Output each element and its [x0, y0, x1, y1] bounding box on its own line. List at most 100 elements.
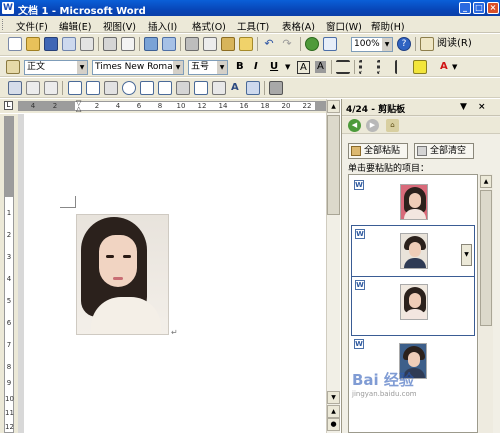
design-mode-icon[interactable] — [8, 81, 22, 95]
read-mode-icon[interactable] — [420, 37, 434, 51]
clear-all-button[interactable]: 全部清空 — [414, 143, 474, 159]
save-icon[interactable] — [44, 37, 58, 51]
font-select[interactable]: Times New Roman ▼ — [92, 60, 184, 75]
align-justify-icon[interactable] — [336, 60, 350, 74]
word-app-icon[interactable]: W — [2, 2, 14, 14]
separator — [180, 37, 181, 51]
character-shading-button[interactable]: A — [315, 61, 326, 73]
word-item-icon: W — [355, 280, 365, 290]
combobox-control-icon[interactable] — [158, 81, 172, 95]
toggle-button-control-icon[interactable] — [176, 81, 190, 95]
increase-indent-icon[interactable] — [395, 60, 409, 74]
pasted-photo[interactable] — [76, 214, 169, 335]
cut-icon[interactable] — [185, 37, 199, 51]
menu-table[interactable]: 表格(A) — [282, 19, 315, 33]
chevron-down-icon[interactable]: ▼ — [452, 60, 457, 74]
scroll-up-button[interactable]: ▲ — [327, 100, 340, 113]
numbering-icon[interactable] — [359, 60, 373, 74]
option-button-control-icon[interactable] — [122, 81, 136, 95]
character-border-button[interactable]: A — [297, 61, 310, 74]
clipboard-item[interactable]: W — [351, 276, 475, 336]
listbox-control-icon[interactable] — [140, 81, 154, 95]
minimize-button[interactable]: _ — [459, 2, 471, 14]
menu-file[interactable]: 文件(F) — [16, 19, 48, 33]
help-icon[interactable]: ? — [397, 37, 411, 51]
email-icon[interactable] — [80, 37, 94, 51]
menu-view[interactable]: 视图(V) — [103, 19, 136, 33]
highlight-icon[interactable] — [413, 60, 427, 74]
bullets-icon[interactable] — [377, 60, 391, 74]
font-size-value: 五号 — [191, 62, 210, 72]
redo-icon[interactable]: ↷ — [280, 37, 294, 51]
paste-icon[interactable] — [221, 37, 235, 51]
hyperlink-icon[interactable] — [305, 37, 319, 51]
forward-icon[interactable]: ▶ — [366, 119, 379, 132]
print-preview-icon[interactable] — [121, 37, 135, 51]
open-folder-icon[interactable] — [26, 37, 40, 51]
close-button[interactable]: × — [487, 2, 499, 14]
scroll-down-button[interactable]: ▼ — [327, 391, 340, 404]
insert-table-icon[interactable] — [323, 37, 337, 51]
thumb-face — [409, 193, 421, 208]
pane-scroll-thumb[interactable] — [480, 190, 492, 326]
print-icon[interactable] — [103, 37, 117, 51]
italic-button[interactable]: I — [254, 60, 258, 74]
spelling-check-icon[interactable] — [144, 37, 158, 51]
undo-icon[interactable]: ↶ — [262, 37, 276, 51]
paste-all-button[interactable]: 全部粘贴 — [348, 143, 408, 159]
indent-marker[interactable]: ▽ △ — [76, 100, 82, 113]
previous-page-button[interactable]: ▲ — [327, 405, 340, 418]
pane-dropdown-icon[interactable]: ▼ — [460, 102, 467, 112]
menu-format[interactable]: 格式(O) — [192, 19, 226, 33]
spin-button-control-icon[interactable] — [194, 81, 208, 95]
item-dropdown-button[interactable]: ▼ — [461, 244, 472, 266]
textbox-control-icon[interactable] — [86, 81, 100, 95]
zoom-select[interactable]: 100% ▼ — [351, 37, 393, 52]
research-icon[interactable] — [162, 37, 176, 51]
underline-button[interactable]: U — [270, 60, 278, 74]
ruler-tick: 14 — [218, 102, 228, 110]
font-size-select[interactable]: 五号 ▼ — [188, 60, 228, 75]
command-button-control-icon[interactable] — [104, 81, 118, 95]
menu-insert[interactable]: 插入(I) — [148, 19, 177, 33]
more-controls-icon[interactable] — [269, 81, 283, 95]
scroll-thumb[interactable] — [327, 115, 340, 215]
style-select[interactable]: 正文 ▼ — [24, 60, 88, 75]
pane-scroll-up-button[interactable]: ▲ — [480, 175, 492, 188]
chevron-down-icon[interactable]: ▼ — [285, 60, 290, 74]
pane-close-icon[interactable]: × — [478, 102, 486, 112]
new-document-icon[interactable] — [8, 37, 22, 51]
image-control-icon[interactable] — [246, 81, 260, 95]
pane-scrollbar[interactable]: ▲ — [479, 174, 493, 433]
bold-button[interactable]: B — [236, 60, 244, 74]
styles-pane-icon[interactable] — [6, 60, 20, 74]
menu-window[interactable]: 窗口(W) — [326, 19, 362, 33]
menu-tools[interactable]: 工具(T) — [237, 19, 269, 33]
permission-icon[interactable] — [62, 37, 76, 51]
menu-help[interactable]: 帮助(H) — [371, 19, 405, 33]
checkbox-control-icon[interactable] — [68, 81, 82, 95]
vruler-tick: 2 — [6, 231, 12, 239]
separator — [139, 37, 140, 51]
properties-icon[interactable] — [26, 81, 40, 95]
read-mode-button[interactable]: 阅读(R) — [437, 37, 472, 51]
scrollbar-control-icon[interactable] — [212, 81, 226, 95]
pane-title[interactable]: 4/24 - 剪贴板 — [346, 102, 405, 115]
label-control-icon[interactable]: A — [231, 81, 239, 95]
document-scrollbar[interactable]: ▲ ▼ ▲ ● — [326, 99, 340, 433]
home-icon[interactable]: ⌂ — [386, 119, 399, 132]
document-area[interactable]: ↵ — [18, 114, 326, 433]
view-code-icon[interactable] — [44, 81, 58, 95]
browse-object-button[interactable]: ● — [327, 418, 340, 431]
menu-edit[interactable]: 编辑(E) — [59, 19, 91, 33]
format-painter-icon[interactable] — [239, 37, 253, 51]
menu-grip[interactable] — [2, 19, 5, 30]
tab-selector[interactable]: L — [4, 101, 13, 110]
pane-hint: 单击要粘贴的项目： — [348, 164, 430, 174]
back-icon[interactable]: ◀ — [348, 119, 361, 132]
copy-icon[interactable] — [203, 37, 217, 51]
ruler-strip[interactable]: ▽ △ 4 2 2 4 6 8 10 12 14 16 18 20 22 — [18, 100, 332, 113]
maximize-button[interactable]: □ — [473, 2, 485, 14]
font-color-button[interactable]: A — [440, 60, 448, 74]
vertical-ruler-strip[interactable]: 1 2 3 4 5 6 7 8 9 10 11 12 — [4, 116, 14, 433]
